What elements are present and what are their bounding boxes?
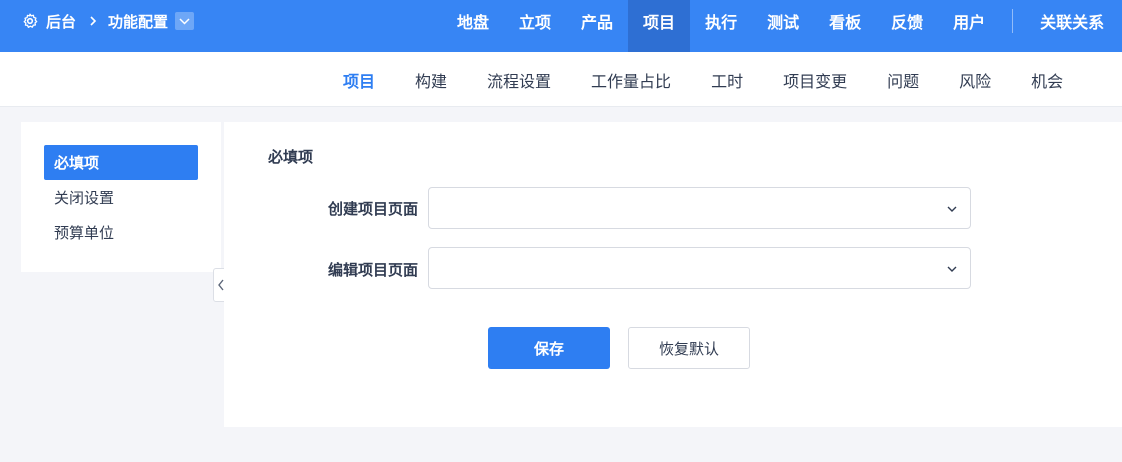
sidebar-item-budget-unit[interactable]: 预算单位 <box>44 215 198 250</box>
nav-item-user[interactable]: 用户 <box>938 0 1000 42</box>
nav-item-execution[interactable]: 执行 <box>690 0 752 42</box>
chevron-down-icon <box>947 206 957 212</box>
subnav-item-change[interactable]: 项目变更 <box>763 68 867 92</box>
sidebar-item-required[interactable]: 必填项 <box>44 145 198 180</box>
breadcrumb-home[interactable]: 后台 <box>46 11 76 32</box>
subnav-item-build[interactable]: 构建 <box>395 68 467 92</box>
create-page-select[interactable] <box>428 187 971 229</box>
subnav-item-workflow[interactable]: 流程设置 <box>467 68 571 92</box>
sub-nav-bar: 项目 构建 流程设置 工作量占比 工时 项目变更 问题 风险 机会 <box>0 52 1122 107</box>
breadcrumb-current[interactable]: 功能配置 <box>108 11 168 32</box>
nav-item-kanban[interactable]: 看板 <box>814 0 876 42</box>
save-button[interactable]: 保存 <box>488 327 610 369</box>
breadcrumb: 后台 功能配置 <box>22 0 195 42</box>
chevron-down-icon <box>947 266 957 272</box>
nav-item-project[interactable]: 项目 <box>628 0 691 52</box>
main-nav: 地盘 立项 产品 项目 执行 测试 看板 反馈 用户 关联关系 <box>442 0 1119 52</box>
edit-page-label: 编辑项目页面 <box>327 261 418 279</box>
sub-nav: 项目 构建 流程设置 工作量占比 工时 项目变更 问题 风险 机会 <box>323 52 1083 107</box>
subnav-item-opportunity[interactable]: 机会 <box>1011 68 1083 92</box>
nav-item-relations[interactable]: 关联关系 <box>1025 0 1119 42</box>
breadcrumb-dropdown-button[interactable] <box>175 12 195 30</box>
nav-item-product[interactable]: 产品 <box>566 0 628 42</box>
subnav-item-issue[interactable]: 问题 <box>867 68 939 92</box>
nav-item-initiation[interactable]: 立项 <box>504 0 566 42</box>
subnav-item-risk[interactable]: 风险 <box>939 68 1011 92</box>
subnav-item-workload[interactable]: 工作量占比 <box>571 68 691 92</box>
gear-icon[interactable] <box>22 13 38 29</box>
create-page-label: 创建项目页面 <box>327 200 418 218</box>
nav-item-dashboard[interactable]: 地盘 <box>442 0 504 42</box>
reset-default-button[interactable]: 恢复默认 <box>628 327 750 369</box>
nav-item-feedback[interactable]: 反馈 <box>876 0 938 42</box>
sidebar-item-close-settings[interactable]: 关闭设置 <box>44 180 198 215</box>
top-header: 后台 功能配置 地盘 立项 产品 项目 执行 测试 看板 反馈 用户 关联关系 <box>0 0 1122 52</box>
subnav-item-project[interactable]: 项目 <box>323 68 395 92</box>
required-fields-panel: 必填项 创建项目页面 编辑项目页面 保存 恢复默认 <box>224 122 1122 427</box>
chevron-right-icon <box>90 16 97 26</box>
nav-item-test[interactable]: 测试 <box>752 0 814 42</box>
nav-divider <box>1012 9 1014 33</box>
subnav-item-hours[interactable]: 工时 <box>691 68 763 92</box>
page-title: 必填项 <box>268 148 314 166</box>
chevron-down-icon <box>179 17 190 25</box>
edit-page-select[interactable] <box>428 247 971 289</box>
settings-sidebar: 必填项 关闭设置 预算单位 <box>21 122 221 272</box>
